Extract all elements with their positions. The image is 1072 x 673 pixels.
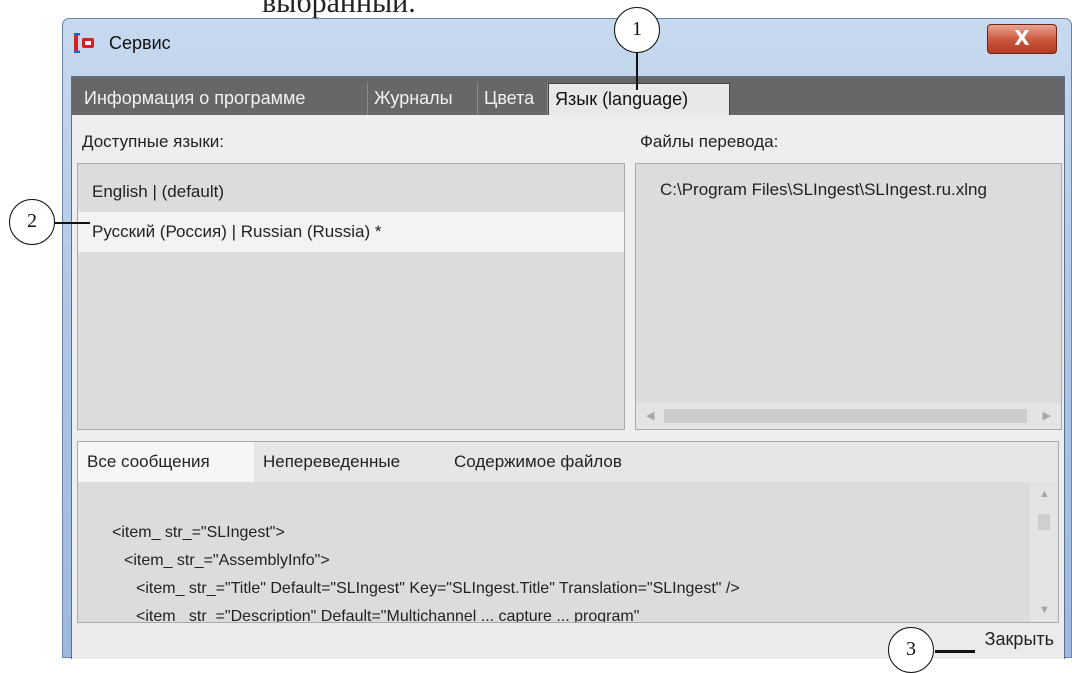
- content-line: <item_ str_="SLIngest">: [112, 524, 285, 541]
- vertical-scrollbar[interactable]: ▲ ▼: [1030, 482, 1058, 622]
- close-button[interactable]: Закрыть: [985, 629, 1054, 650]
- translation-files-list: C:\Program Files\SLIngest\SLIngest.ru.xl…: [635, 163, 1062, 430]
- tab-label: Непереведенные: [263, 452, 401, 471]
- translation-file-item[interactable]: C:\Program Files\SLIngest\SLIngest.ru.xl…: [660, 180, 987, 200]
- messages-content: <item_ str_="SLIngest"> <item_ str_="Ass…: [78, 482, 1030, 622]
- available-languages-label: Доступные языки:: [82, 132, 225, 151]
- scroll-right-icon[interactable]: ▶: [1043, 409, 1051, 422]
- document-header-text: выбранный.: [262, 0, 416, 19]
- callout-marker: 1: [614, 7, 660, 53]
- dialog-client-area: Информация о программе Журналы Цвета Язы…: [71, 76, 1065, 659]
- messages-area: Все сообщения Непереведенные Содержимое …: [77, 441, 1059, 623]
- service-dialog: Сервис X Информация о программе Журналы …: [62, 18, 1072, 659]
- languages-list: English | (default) Русский (Россия) | R…: [77, 163, 625, 430]
- tab-label: Все сообщения: [87, 452, 210, 471]
- messages-tabstrip: Все сообщения Непереведенные Содержимое …: [78, 442, 1058, 482]
- tab-untranslated[interactable]: Непереведенные: [254, 442, 445, 482]
- tab-label: Цвета: [484, 88, 535, 108]
- tab-colors[interactable]: Цвета: [478, 83, 548, 115]
- language-item-label: Русский (Россия) | Russian (Russia) *: [92, 222, 382, 241]
- tab-label: Содержимое файлов: [454, 452, 622, 471]
- content-line: <item_ str_="Title" Default="SLIngest" K…: [136, 580, 740, 597]
- scrollbar-thumb[interactable]: [1038, 514, 1050, 530]
- tab-all-messages[interactable]: Все сообщения: [78, 442, 254, 482]
- scroll-down-icon[interactable]: ▼: [1039, 604, 1050, 616]
- close-icon: X: [1014, 26, 1030, 50]
- tab-program-info[interactable]: Информация о программе: [78, 83, 368, 115]
- callout-marker: 3: [888, 627, 934, 673]
- scroll-left-icon[interactable]: ◀: [646, 409, 654, 422]
- app-logo-icon: [74, 33, 94, 53]
- language-item-label: English | (default): [92, 182, 224, 201]
- tab-logs[interactable]: Журналы: [368, 83, 478, 115]
- content-line: <item_ str_="Description" Default="Multi…: [136, 608, 640, 622]
- callout-leader: [935, 651, 975, 653]
- language-item-russian[interactable]: Русский (Россия) | Russian (Russia) *: [78, 212, 624, 252]
- tab-language[interactable]: Язык (language): [548, 83, 730, 115]
- window-title: Сервис: [109, 33, 171, 53]
- callout-leader: [54, 222, 90, 224]
- content-line: <item_ str_="AssemblyInfo">: [124, 552, 330, 569]
- main-tabstrip: Информация о программе Журналы Цвета Язы…: [72, 77, 1064, 115]
- window-close-button[interactable]: X: [987, 24, 1057, 54]
- translation-files-label: Файлы перевода:: [640, 132, 779, 151]
- scrollbar-thumb[interactable]: [664, 409, 1027, 423]
- tab-label: Язык (language): [555, 89, 689, 109]
- language-item-english[interactable]: English | (default): [78, 172, 624, 212]
- scroll-up-icon[interactable]: ▲: [1039, 488, 1050, 500]
- title-bar: Сервис X: [63, 19, 1071, 69]
- callout-marker: 2: [9, 199, 55, 245]
- tab-file-contents[interactable]: Содержимое файлов: [445, 442, 705, 482]
- tab-label: Информация о программе: [84, 88, 306, 108]
- tab-label: Журналы: [374, 88, 453, 108]
- horizontal-scrollbar[interactable]: ◀ ▶: [636, 403, 1061, 429]
